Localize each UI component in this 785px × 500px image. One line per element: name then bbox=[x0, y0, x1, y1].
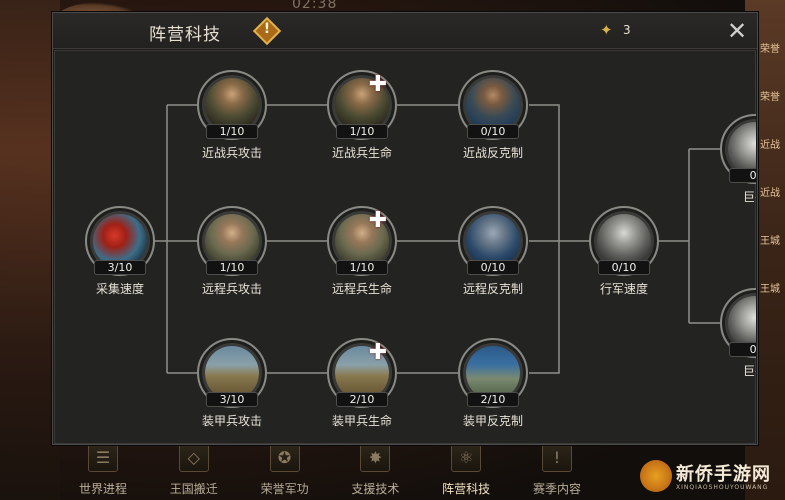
crystal-icon: ✦ bbox=[600, 21, 613, 39]
tech-node-armor_atk[interactable]: 3/10 装甲兵攻击 bbox=[187, 338, 277, 438]
watermark-logo-icon bbox=[640, 460, 672, 492]
bottom-nav-label: 荣誉军功 bbox=[260, 482, 309, 496]
tech-node-label: 巨兽 bbox=[742, 364, 756, 378]
right-side-tab[interactable]: 近战 bbox=[757, 136, 783, 151]
crystal-count: 3 bbox=[623, 23, 631, 37]
bottom-nav: ☰ 世界进程 ◇ 王国搬迁 ✪ 荣誉军功 ✸ 支援技术 ⚛ 阵营科技! 赛季内容 bbox=[60, 440, 600, 500]
bottom-nav-item-1[interactable]: ◇ 王国搬迁 bbox=[151, 440, 237, 500]
tech-node-melee_counter[interactable]: 0/10 近战反克制 bbox=[448, 70, 538, 170]
tech-node-label: 远程兵攻击 bbox=[201, 282, 262, 296]
tech-level-badge: 0/ bbox=[729, 168, 756, 183]
tech-node-label: 巨兽 bbox=[742, 190, 756, 204]
tech-node-label: 装甲兵生命 bbox=[331, 414, 392, 428]
warning-mark: ! bbox=[263, 21, 271, 37]
right-side-tab[interactable]: 近战 bbox=[757, 184, 783, 199]
faction-tech-icon: ⚛ bbox=[451, 444, 482, 472]
bottom-nav-label: 赛季内容 bbox=[532, 482, 581, 496]
tech-node-label: 装甲兵攻击 bbox=[201, 414, 262, 428]
tech-level-badge: 2/10 bbox=[467, 392, 519, 407]
tech-node-ranged_atk[interactable]: 1/10 远程兵攻击 bbox=[187, 206, 277, 306]
tech-node-label: 采集速度 bbox=[95, 282, 144, 296]
right-side-tab[interactable]: 荣誉 bbox=[757, 40, 783, 55]
tech-node-giant2[interactable]: 0/巨兽 bbox=[710, 288, 756, 388]
tech-level-badge: 1/10 bbox=[336, 260, 388, 275]
tech-level-badge: 2/10 bbox=[336, 392, 388, 407]
info-warning-button[interactable]: ! bbox=[252, 16, 282, 46]
watermark-subtitle: XINQIAOSHOUYOUWANG bbox=[676, 484, 769, 491]
tech-node-march[interactable]: 0/10 行军速度 bbox=[579, 206, 669, 306]
clock-text: 02:38 bbox=[292, 0, 338, 12]
tech-level-badge: 3/10 bbox=[94, 260, 146, 275]
bottom-nav-item-5[interactable]: ! 赛季内容 bbox=[514, 440, 600, 500]
tech-node-label: 装甲反克制 bbox=[462, 414, 523, 428]
support-tech-icon: ✸ bbox=[360, 444, 391, 472]
tech-node-armor_hp[interactable]: ✚ 2/10 装甲兵生命 bbox=[317, 338, 407, 438]
tech-node-label: 远程反克制 bbox=[462, 282, 523, 296]
tech-node-label: 近战兵攻击 bbox=[201, 146, 262, 160]
tech-level-badge: 0/10 bbox=[467, 260, 519, 275]
background-left bbox=[0, 0, 60, 500]
tech-node-ranged_counter[interactable]: 0/10 远程反克制 bbox=[448, 206, 538, 306]
tech-level-badge: 0/ bbox=[729, 342, 756, 357]
watermark: 新侨手游网 XINQIAOSHOUYOUWANG bbox=[640, 458, 780, 498]
health-plus-icon: ✚ bbox=[368, 208, 388, 233]
tech-node-label: 远程兵生命 bbox=[331, 282, 392, 296]
bottom-nav-label: 王国搬迁 bbox=[169, 482, 218, 496]
tech-node-label: 近战反克制 bbox=[462, 146, 523, 160]
tech-node-armor_counter[interactable]: 2/10 装甲反克制 bbox=[448, 338, 538, 438]
tech-node-label: 近战兵生命 bbox=[331, 146, 392, 160]
tech-node-melee_atk[interactable]: 1/10 近战兵攻击 bbox=[187, 70, 277, 170]
right-side-tab[interactable]: 荣誉 bbox=[757, 88, 783, 103]
tech-node-giant1[interactable]: 0/巨兽 bbox=[710, 114, 756, 214]
bottom-nav-label: 世界进程 bbox=[78, 482, 127, 496]
health-plus-icon: ✚ bbox=[368, 340, 388, 365]
tech-level-badge: 0/10 bbox=[467, 124, 519, 139]
tech-level-badge: 0/10 bbox=[598, 260, 650, 275]
honor-icon: ✪ bbox=[269, 444, 300, 472]
panel-title: 阵营科技 bbox=[149, 25, 221, 45]
tech-node-ranged_hp[interactable]: ✚ 1/10 远程兵生命 bbox=[317, 206, 407, 306]
bottom-nav-item-4[interactable]: ⚛ 阵营科技 bbox=[423, 440, 509, 500]
watermark-title: 新侨手游网 bbox=[676, 464, 771, 485]
tech-level-badge: 1/10 bbox=[336, 124, 388, 139]
tech-node-gather[interactable]: 3/10 采集速度 bbox=[75, 206, 165, 306]
right-side-tab[interactable]: 王城 bbox=[757, 280, 783, 295]
tech-level-badge: 1/10 bbox=[206, 260, 258, 275]
health-plus-icon: ✚ bbox=[368, 72, 388, 97]
tech-node-melee_hp[interactable]: ✚ 1/10 近战兵生命 bbox=[317, 70, 407, 170]
bottom-nav-item-2[interactable]: ✪ 荣誉军功 bbox=[242, 440, 328, 500]
kingdom-move-icon: ◇ bbox=[178, 444, 209, 472]
bottom-nav-item-0[interactable]: ☰ 世界进程 bbox=[60, 440, 146, 500]
bottom-nav-label: 阵营科技 bbox=[442, 482, 491, 496]
close-button[interactable]: ✕ bbox=[723, 17, 751, 45]
world-progress-icon: ☰ bbox=[88, 444, 118, 472]
season-icon: ! bbox=[541, 444, 572, 472]
tech-tree: 3/10 采集速度 1/10 近战兵攻击 ✚ 1/10 近战兵生命 0/10 近战反克制 1/10… bbox=[54, 50, 756, 444]
bottom-nav-item-3[interactable]: ✸ 支援技术 bbox=[332, 440, 418, 500]
tech-level-badge: 3/10 bbox=[206, 392, 258, 407]
tech-level-badge: 1/10 bbox=[206, 124, 258, 139]
panel-header: 阵营科技 ! ✦ 3 ✕ bbox=[53, 13, 757, 49]
bottom-nav-label: 支援技术 bbox=[351, 482, 400, 496]
right-side-tab[interactable]: 王城 bbox=[757, 232, 783, 247]
faction-tech-panel: 阵营科技 ! ✦ 3 ✕ 3/10 采集速度 1/10 近战兵攻击 ✚ 1/10… bbox=[52, 12, 758, 445]
tech-node-label: 行军速度 bbox=[599, 282, 648, 296]
game-screen: 02:38 荣誉 荣誉 近战 近战 王城 王城 ☰ 世界进程 ◇ 王国搬迁 ✪ 荣誉军功 ✸ 支援技术 ⚛… bbox=[0, 0, 785, 500]
